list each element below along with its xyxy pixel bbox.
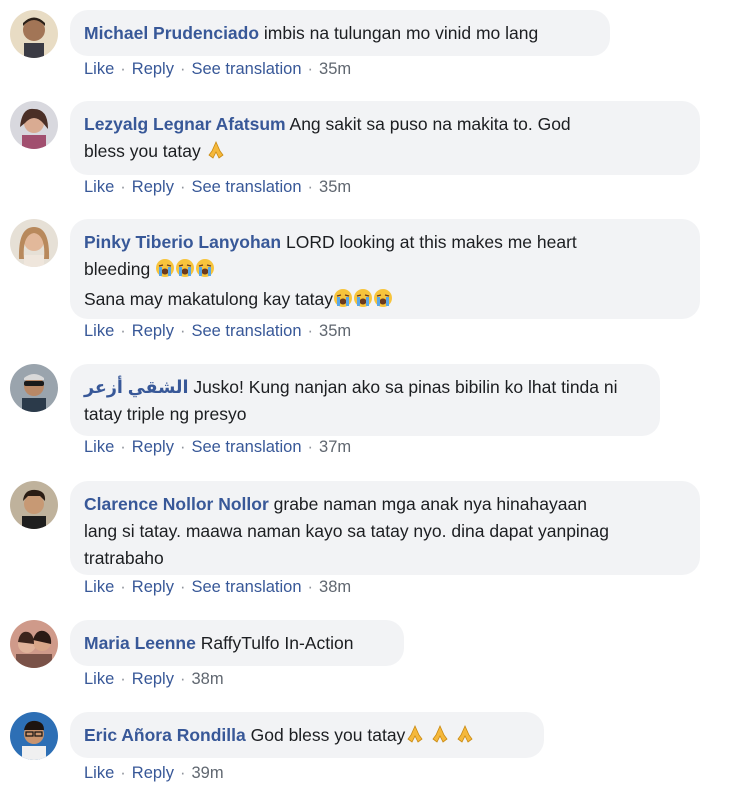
comment-time[interactable]: 37m [319,438,351,456]
avatar[interactable] [10,10,58,58]
comment-bubble: Pinky Tiberio Lanyohan LORD looking at t… [70,219,700,319]
comment-text: bleeding [84,259,151,279]
see-translation-link[interactable]: See translation [191,578,301,596]
like-button[interactable]: Like [84,578,114,596]
avatar[interactable] [10,620,58,668]
avatar[interactable] [10,101,58,149]
comment-time[interactable]: 38m [191,670,223,688]
see-translation-link[interactable]: See translation [191,178,301,196]
crying-face-icon [195,258,215,286]
like-button[interactable]: Like [84,764,114,782]
comment-actions: Like · Reply · 39m [84,764,224,782]
comment-time[interactable]: 38m [319,578,351,596]
comment-time[interactable]: 35m [319,322,351,340]
comment-actions: Like · Reply · 38m [84,670,224,688]
comment-text: Jusko! Kung nanjan ako sa pinas bibilin … [193,377,618,397]
like-button[interactable]: Like [84,322,114,340]
comment-author[interactable]: Maria Leenne [84,633,196,653]
comment-bubble: Maria Leenne RaffyTulfo In-Action [70,620,404,666]
comment-time[interactable]: 35m [319,60,351,78]
comment-author[interactable]: Clarence Nollor Nollor [84,494,269,514]
comment-actions: Like · Reply · See translation · 35m [84,178,352,196]
comment-bubble: Lezyalg Legnar Afatsum Ang sakit sa puso… [70,101,700,175]
reply-button[interactable]: Reply [132,670,174,688]
see-translation-link[interactable]: See translation [191,60,301,78]
comment-actions: Like · Reply · See translation · 35m [84,322,352,340]
reply-button[interactable]: Reply [132,438,174,456]
comment-text: imbis na tulungan mo vinid mo lang [263,23,539,43]
comment-text: Ang sakit sa puso na makita to. God [289,114,571,134]
folded-hands-icon [405,724,425,752]
folded-hands-icon [430,724,450,752]
crying-face-icon [175,258,195,286]
avatar[interactable] [10,712,58,760]
comment-bubble: Eric Añora Rondilla God bless you tatay [70,712,544,758]
comment-actions: Like · Reply · See translation · 38m [84,578,352,596]
reply-button[interactable]: Reply [132,578,174,596]
comment-author[interactable]: Pinky Tiberio Lanyohan [84,232,281,252]
comment-text: lang si tatay. maawa naman kayo sa tatay… [84,521,610,541]
comment-time[interactable]: 39m [191,764,223,782]
comment-author[interactable]: Lezyalg Legnar Afatsum [84,114,286,134]
comment-author[interactable]: الشقي أزعر [84,377,188,397]
comment-text: Sana may makatulong kay tatay [84,289,334,309]
comment-actions: Like · Reply · See translation · 37m [84,438,352,456]
crying-face-icon [155,258,175,286]
crying-face-icon [353,288,373,316]
reply-button[interactable]: Reply [132,178,174,196]
comment-time[interactable]: 35m [319,178,351,196]
reply-button[interactable]: Reply [132,322,174,340]
avatar[interactable] [10,219,58,267]
like-button[interactable]: Like [84,60,114,78]
like-button[interactable]: Like [84,178,114,196]
comment-text: bless you tatay [84,141,201,161]
comment-bubble: Clarence Nollor Nollor grabe naman mga a… [70,481,700,575]
reply-button[interactable]: Reply [132,764,174,782]
reply-button[interactable]: Reply [132,60,174,78]
crying-face-icon [333,288,353,316]
comment-author[interactable]: Michael Prudenciado [84,23,259,43]
comment-text: tatay triple ng presyo [84,404,247,424]
like-button[interactable]: Like [84,438,114,456]
crying-face-icon [373,288,393,316]
see-translation-link[interactable]: See translation [191,438,301,456]
comment-bubble: الشقي أزعر Jusko! Kung nanjan ako sa pin… [70,364,660,436]
like-button[interactable]: Like [84,670,114,688]
see-translation-link[interactable]: See translation [191,322,301,340]
comment-author[interactable]: Eric Añora Rondilla [84,725,246,745]
comment-text: LORD looking at this makes me heart [285,232,577,252]
comment-text: grabe naman mga anak nya hinahayaan [273,494,587,514]
comment-text: RaffyTulfo In-Action [200,633,354,653]
comment-text: God bless you tatay [250,725,406,745]
comment-text: tratrabaho [84,548,164,568]
folded-hands-icon [455,724,475,752]
avatar[interactable] [10,364,58,412]
avatar[interactable] [10,481,58,529]
folded-hands-icon [206,140,226,168]
comment-bubble: Michael Prudenciado imbis na tulungan mo… [70,10,610,56]
comment-actions: Like · Reply · See translation · 35m [84,60,352,78]
